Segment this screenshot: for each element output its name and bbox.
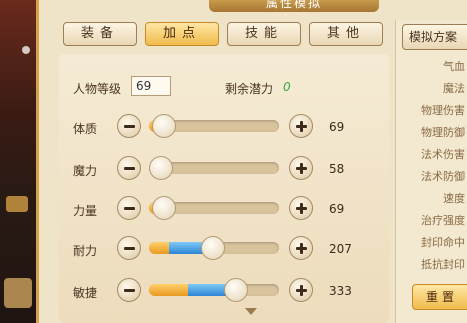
tab-bar: 装备 加点 技能 其他 bbox=[63, 22, 393, 48]
slider-handle[interactable] bbox=[201, 236, 225, 260]
scene-signboard bbox=[4, 278, 32, 308]
attribute-name: 力量 bbox=[73, 204, 98, 218]
attribute-value: 58 bbox=[329, 162, 345, 176]
attribute-slider-track[interactable] bbox=[149, 284, 279, 296]
attribute-row: 体质 69 bbox=[59, 112, 389, 142]
increase-button[interactable] bbox=[289, 196, 313, 220]
slider-handle[interactable] bbox=[149, 156, 173, 180]
window-title-bar: 属性模拟 bbox=[209, 0, 379, 12]
add-points-area: 人物等级 69 剩余潜力 0 体质 69 魔力 58 力量 69 耐力 207 敏捷 333 bbox=[59, 54, 389, 323]
attribute-value: 69 bbox=[329, 202, 345, 216]
side-stat-label: 物理伤害 bbox=[421, 104, 465, 117]
decrease-button[interactable] bbox=[117, 196, 141, 220]
side-stat-label: 抵抗封印 bbox=[421, 258, 465, 271]
slider-handle[interactable] bbox=[152, 114, 176, 138]
side-stat-label: 速度 bbox=[443, 192, 465, 205]
attribute-name: 敏捷 bbox=[73, 286, 98, 300]
decrease-button[interactable] bbox=[117, 278, 141, 302]
potential-value: 0 bbox=[283, 80, 291, 94]
base-fill bbox=[149, 284, 188, 296]
attribute-value: 333 bbox=[329, 284, 352, 298]
side-stat-label: 魔法 bbox=[443, 82, 465, 95]
tab-equipment[interactable]: 装备 bbox=[63, 22, 137, 46]
slider-handle[interactable] bbox=[224, 278, 248, 302]
reset-button[interactable]: 重置 bbox=[412, 284, 467, 310]
attribute-name: 体质 bbox=[73, 122, 98, 136]
attribute-name: 魔力 bbox=[73, 164, 98, 178]
side-stat-label: 法术伤害 bbox=[421, 148, 465, 161]
attribute-value: 69 bbox=[329, 120, 345, 134]
attribute-row: 力量 69 bbox=[59, 194, 389, 224]
increase-button[interactable] bbox=[289, 114, 313, 138]
attribute-row: 魔力 58 bbox=[59, 154, 389, 184]
attribute-row: 耐力 207 bbox=[59, 234, 389, 264]
attribute-name: 耐力 bbox=[73, 244, 98, 258]
tab-other[interactable]: 其他 bbox=[309, 22, 383, 46]
attribute-value: 207 bbox=[329, 242, 352, 256]
side-stat-label: 法术防御 bbox=[421, 170, 465, 183]
window-title: 属性模拟 bbox=[265, 0, 322, 10]
scene-chest-icon bbox=[6, 196, 28, 212]
level-label: 人物等级 bbox=[73, 82, 122, 96]
potential-label: 剩余潜力 bbox=[225, 82, 274, 96]
increase-button[interactable] bbox=[289, 156, 313, 180]
base-fill bbox=[149, 242, 169, 254]
increase-button[interactable] bbox=[289, 278, 313, 302]
game-scene-background bbox=[0, 0, 36, 323]
side-stat-label: 治疗强度 bbox=[421, 214, 465, 227]
side-stat-label: 封印命中 bbox=[421, 236, 465, 249]
side-panel: 模拟方案 气血 魔法 物理伤害 物理防御 法术伤害 法术防御 速度 治疗强度 封印命中 抵抗封印 … bbox=[395, 20, 467, 323]
side-stat-label: 气血 bbox=[443, 60, 465, 73]
side-stat-label: 物理防御 bbox=[421, 126, 465, 139]
slider-handle[interactable] bbox=[152, 196, 176, 220]
level-input[interactable]: 69 bbox=[131, 76, 171, 96]
increase-button[interactable] bbox=[289, 236, 313, 260]
chevron-down-icon[interactable] bbox=[245, 308, 257, 315]
attribute-simulator-panel: 属性模拟 装备 加点 技能 其他 人物等级 69 剩余潜力 0 体质 69 魔力 58… bbox=[36, 0, 467, 323]
decrease-button[interactable] bbox=[117, 114, 141, 138]
tab-skills[interactable]: 技能 bbox=[227, 22, 301, 46]
attribute-row: 敏捷 333 bbox=[59, 276, 389, 306]
scene-sparkle bbox=[22, 46, 30, 54]
scheme-dropdown[interactable]: 模拟方案 bbox=[402, 24, 467, 50]
decrease-button[interactable] bbox=[117, 236, 141, 260]
tab-add-points[interactable]: 加点 bbox=[145, 22, 219, 46]
decrease-button[interactable] bbox=[117, 156, 141, 180]
